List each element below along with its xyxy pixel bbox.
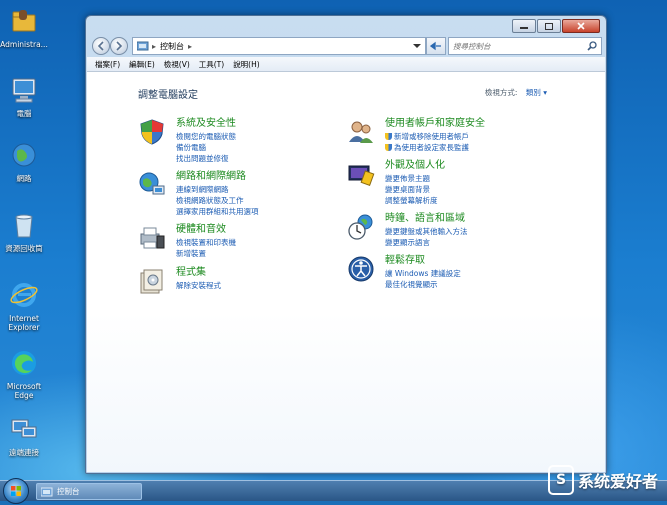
desktop-icon-label: 電腦 (16, 109, 32, 118)
task-link[interactable]: 檢視裝置和印表機 (176, 237, 236, 248)
taskbar-item-label: 控制台 (57, 487, 80, 496)
view-by-dropdown[interactable]: 類別 ▾ (526, 88, 547, 97)
desktop: Administra... 電腦 網路 資源回收筒 Internet Explo… (0, 0, 667, 480)
desktop-icon-label: 遠端連接 (9, 448, 39, 457)
task-link[interactable]: 檢閱您的電腦狀態 (176, 131, 236, 142)
task-link[interactable]: 最佳化視覺顯示 (385, 279, 461, 290)
back-arrow-icon (97, 41, 104, 51)
task-link[interactable]: 新增裝置 (176, 248, 236, 259)
desktop-icon-label: Microsoft Edge (6, 382, 42, 400)
category-title[interactable]: 程式集 (176, 267, 221, 279)
desktop-icon-remote-desktop[interactable]: 遠端連接 (0, 414, 48, 457)
menu-tools[interactable]: 工具(T) (199, 59, 224, 70)
desktop-icon-recycle-bin[interactable]: 資源回收筒 (0, 210, 48, 253)
windows-logo-icon (11, 486, 21, 496)
page-title: 調整電腦設定 (138, 90, 198, 101)
remote-desktop-icon (11, 419, 37, 438)
watermark: S 系统爱好者 (548, 460, 667, 500)
maximize-icon (545, 22, 553, 30)
users-icon (349, 121, 373, 143)
task-link[interactable]: 讓 Windows 建議設定 (385, 268, 461, 279)
clock-globe-icon (348, 214, 373, 240)
edge-icon (12, 351, 36, 375)
maximize-button[interactable] (537, 19, 561, 33)
category-title[interactable]: 外觀及個人化 (385, 160, 445, 172)
desktop-icon-label: Internet Explorer (8, 314, 40, 332)
task-link[interactable]: 連線到網際網路 (176, 184, 259, 195)
task-link[interactable]: 新增或移除使用者帳戶 (385, 131, 485, 142)
desktop-icon-computer[interactable]: 電腦 (0, 75, 48, 118)
shield-icon (140, 119, 164, 145)
address-bar[interactable]: ▸ 控制台 ▸ (132, 37, 426, 55)
network-globe-icon (139, 172, 165, 195)
view-by: 檢視方式: 類別 ▾ (485, 87, 547, 98)
refresh-icon (430, 41, 441, 51)
view-by-label: 檢視方式: (484, 88, 518, 97)
desktop-icon-internet-explorer[interactable]: Internet Explorer (0, 280, 48, 332)
refresh-button[interactable] (426, 37, 446, 55)
desktop-icon-label: 網路 (16, 174, 32, 183)
folder-icon (12, 10, 36, 32)
control-panel-content: 調整電腦設定 檢視方式: 類別 ▾ 系統及安全性 檢閱您的電腦狀態 備份電腦 找… (87, 72, 605, 472)
desktop-icon-label: 資源回收筒 (5, 244, 43, 253)
desktop-icon-network[interactable]: 網路 (0, 140, 48, 183)
task-link[interactable]: 變更佈景主題 (385, 173, 445, 184)
category-title[interactable]: 使用者帳戶和家庭安全 (385, 118, 485, 130)
search-box[interactable] (448, 37, 602, 55)
menu-help[interactable]: 說明(H) (233, 59, 260, 70)
task-link[interactable]: 調整螢幕解析度 (385, 195, 445, 206)
address-crumb[interactable]: 控制台 (160, 41, 184, 52)
network-globe-icon (12, 143, 36, 167)
watermark-logo: S (548, 465, 574, 495)
search-input[interactable] (449, 38, 587, 54)
programs-icon (140, 269, 163, 294)
task-link[interactable]: 備份電腦 (176, 142, 236, 153)
menu-file[interactable]: 檔案(F) (95, 59, 120, 70)
search-icon[interactable] (587, 41, 597, 51)
printer-icon (140, 227, 165, 249)
category-title[interactable]: 網路和網際網路 (176, 171, 259, 183)
task-link[interactable]: 變更桌面背景 (385, 184, 445, 195)
task-link[interactable]: 選擇家用群組和共用選項 (176, 206, 259, 217)
address-separator: ▸ (188, 41, 193, 51)
task-link[interactable]: 找出問題並修復 (176, 153, 236, 164)
caption-buttons (511, 19, 600, 33)
control-panel-window: ▸ 控制台 ▸ 檔案(F) 編輯(E) 檢視(V) 工具(T) 說明(H) 調整… (85, 15, 607, 474)
task-link[interactable]: 為使用者設定家長監護 (385, 142, 485, 153)
forward-button[interactable] (110, 37, 128, 55)
category-title[interactable]: 硬體和音效 (176, 224, 236, 236)
desktop-icon-label: Administra... (0, 40, 48, 49)
category-title[interactable]: 系統及安全性 (176, 118, 236, 130)
menu-bar: 檔案(F) 編輯(E) 檢視(V) 工具(T) 說明(H) (87, 57, 605, 72)
category-title[interactable]: 時鐘、語言和區域 (385, 213, 468, 225)
desktop-icon-administrator[interactable]: Administra... (0, 6, 48, 49)
internet-explorer-icon (10, 283, 38, 307)
ease-of-access-icon (348, 256, 374, 282)
chevron-down-icon[interactable] (413, 43, 421, 49)
taskbar-item-control-panel[interactable]: 控制台 (36, 483, 142, 500)
minimize-button[interactable] (512, 19, 536, 33)
control-panel-small-icon (137, 41, 149, 51)
watermark-text: 系统爱好者 (578, 472, 659, 491)
task-link[interactable]: 解除安裝程式 (176, 280, 221, 291)
close-button[interactable] (562, 19, 600, 33)
task-link[interactable]: 變更鍵盤或其他輸入方法 (385, 226, 468, 237)
task-link[interactable]: 檢視網路狀態及工作 (176, 195, 259, 206)
menu-edit[interactable]: 編輯(E) (129, 59, 155, 70)
back-button[interactable] (92, 37, 110, 55)
menu-view[interactable]: 檢視(V) (164, 59, 190, 70)
computer-icon (12, 78, 36, 103)
desktop-icon-edge[interactable]: Microsoft Edge (0, 348, 48, 400)
navigation-bar: ▸ 控制台 ▸ (90, 36, 602, 56)
start-button[interactable] (3, 478, 29, 504)
task-link[interactable]: 變更顯示語言 (385, 237, 468, 248)
display-personalize-icon (348, 165, 375, 186)
recycle-bin-icon (15, 214, 33, 238)
address-separator: ▸ (152, 41, 157, 51)
control-panel-small-icon (41, 487, 53, 496)
forward-arrow-icon (116, 41, 123, 51)
category-title[interactable]: 輕鬆存取 (385, 255, 461, 267)
minimize-icon (520, 27, 528, 29)
close-icon (577, 22, 585, 30)
